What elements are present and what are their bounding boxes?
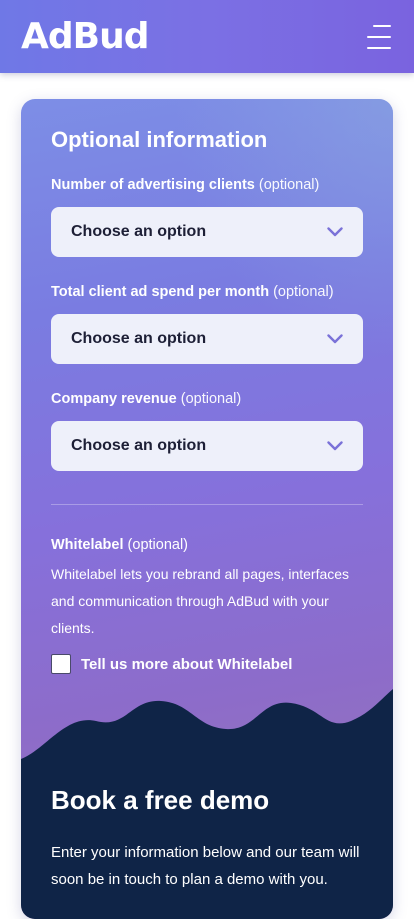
optional-tag: (optional) xyxy=(127,537,188,553)
hamburger-menu-icon[interactable] xyxy=(367,24,393,50)
section-divider xyxy=(51,504,363,505)
optional-tag: (optional) xyxy=(258,177,320,193)
whitelabel-description: Whitelabel lets you rebrand all pages, i… xyxy=(51,566,350,636)
adbud-logo[interactable]: AdBud xyxy=(21,16,149,57)
section-title: Optional information xyxy=(51,127,268,152)
ad-spend-select[interactable]: Choose an option xyxy=(51,314,363,364)
select-value: Choose an option xyxy=(71,330,207,347)
select-value: Choose an option xyxy=(71,223,207,240)
optional-tag: (optional) xyxy=(273,284,334,300)
menu-line-middle xyxy=(367,35,391,38)
whitelabel-checkbox[interactable] xyxy=(51,654,71,674)
top-header: AdBud xyxy=(0,0,414,73)
whitelabel-checkbox-row[interactable]: Tell us more about Whitelabel xyxy=(51,654,292,674)
menu-line-bottom xyxy=(367,46,391,49)
field-label-text: Company revenue xyxy=(51,391,177,407)
demo-title: Book a free demo xyxy=(51,785,270,815)
field-label-text: Total client ad spend per month xyxy=(51,284,270,300)
select-value: Choose an option xyxy=(71,437,207,454)
field-label-ad-spend: Total client ad spend per month (optiona… xyxy=(51,284,334,300)
signup-card: Optional information Number of advertisi… xyxy=(21,99,393,919)
advertising-clients-select[interactable]: Choose an option xyxy=(51,207,363,257)
chevron-down-icon xyxy=(327,334,343,344)
chevron-down-icon xyxy=(327,441,343,451)
menu-line-top xyxy=(373,24,391,27)
whitelabel-label: Whitelabel (optional) xyxy=(51,537,188,553)
whitelabel-checkbox-label[interactable]: Tell us more about Whitelabel xyxy=(81,656,292,673)
field-label-advertising-clients: Number of advertising clients (optional) xyxy=(51,177,319,193)
chevron-down-icon xyxy=(327,227,343,237)
whitelabel-label-text: Whitelabel xyxy=(51,537,124,553)
company-revenue-select[interactable]: Choose an option xyxy=(51,421,363,471)
optional-tag: (optional) xyxy=(180,391,242,407)
field-label-company-revenue: Company revenue (optional) xyxy=(51,391,241,407)
demo-description: Enter your information below and our tea… xyxy=(51,844,360,888)
field-label-text: Number of advertising clients xyxy=(51,177,255,193)
